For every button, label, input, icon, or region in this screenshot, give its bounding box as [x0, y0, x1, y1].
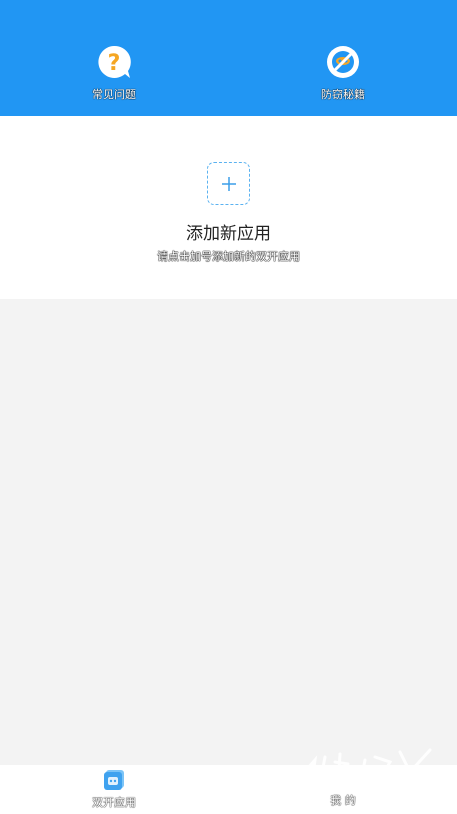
tab-me-label: 我 的 [330, 794, 356, 807]
anti-theft-tips-button[interactable]: 防窃秘籍 [293, 44, 393, 102]
add-app-button[interactable] [207, 162, 250, 205]
plus-icon [221, 176, 236, 191]
tab-dual-apps-label: 双开应用 [92, 796, 136, 809]
apps-list-area [0, 299, 457, 765]
tab-me[interactable]: 我 的 [313, 792, 373, 808]
question-bubble-icon: ? [98, 45, 131, 78]
tab-dual-apps[interactable]: 双开应用 [84, 769, 144, 810]
dual-apps-icon [104, 770, 124, 790]
top-header: ? 常见问题 防窃秘籍 [0, 0, 457, 116]
anti-theft-label: 防窃秘籍 [321, 88, 365, 101]
add-app-subtitle: 请点击加号添加新的双开应用 [157, 250, 300, 263]
watermark [298, 748, 432, 789]
no-thief-icon [327, 46, 359, 78]
svg-text:?: ? [108, 51, 121, 76]
faq-label: 常见问题 [92, 88, 136, 101]
add-app-panel: 添加新应用 请点击加号添加新的双开应用 [0, 116, 457, 299]
faq-button[interactable]: ? 常见问题 [64, 44, 164, 102]
add-app-title: 添加新应用 [186, 224, 271, 244]
